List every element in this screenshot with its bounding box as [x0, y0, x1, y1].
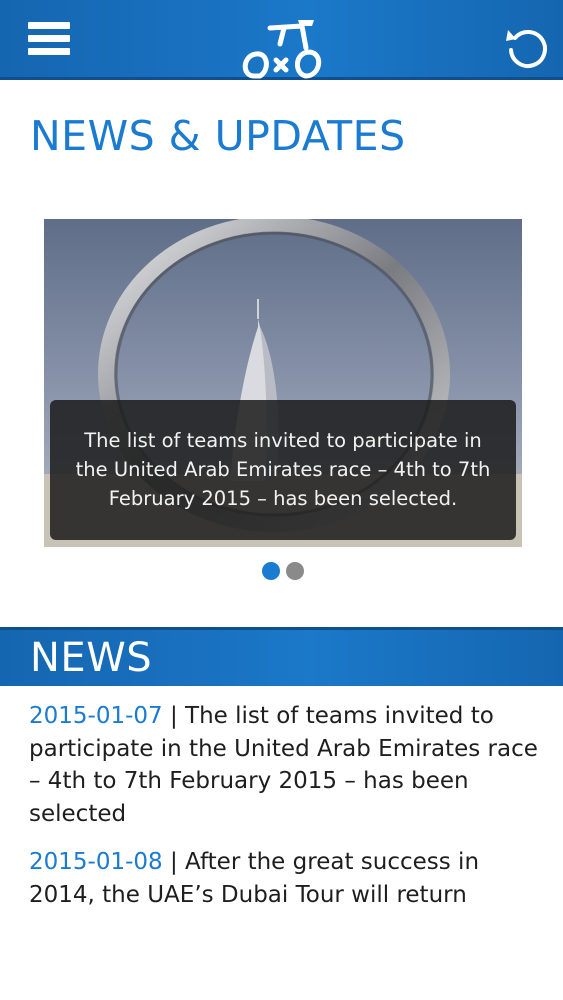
hamburger-menu-icon[interactable]	[28, 22, 72, 62]
slide-dot-2[interactable]	[286, 562, 304, 580]
news-item[interactable]: 2015-01-07 | The list of teams invited t…	[29, 700, 544, 830]
slide-dot-1[interactable]	[262, 562, 280, 580]
news-date[interactable]: 2015-01-07	[29, 703, 163, 729]
news-date[interactable]: 2015-01-08	[29, 849, 163, 875]
news-separator: |	[162, 849, 186, 875]
news-section-header: NEWS	[0, 627, 563, 686]
menu-line	[28, 48, 70, 55]
news-separator: |	[162, 703, 186, 729]
refresh-icon[interactable]	[503, 24, 551, 72]
slider-pagination	[262, 562, 304, 580]
news-item[interactable]: 2015-01-08 | After the great success in …	[29, 846, 544, 911]
news-list: 2015-01-07 | The list of teams invited t…	[29, 700, 544, 927]
top-bar	[0, 0, 563, 80]
bicycle-logo-icon[interactable]	[240, 18, 326, 80]
menu-line	[28, 35, 70, 42]
slide-caption: The list of teams invited to participate…	[50, 400, 516, 540]
page-title: NEWS & UPDATES	[30, 112, 406, 160]
news-section-title: NEWS	[30, 635, 153, 681]
menu-line	[28, 22, 70, 29]
news-slider[interactable]: The list of teams invited to participate…	[44, 219, 522, 547]
